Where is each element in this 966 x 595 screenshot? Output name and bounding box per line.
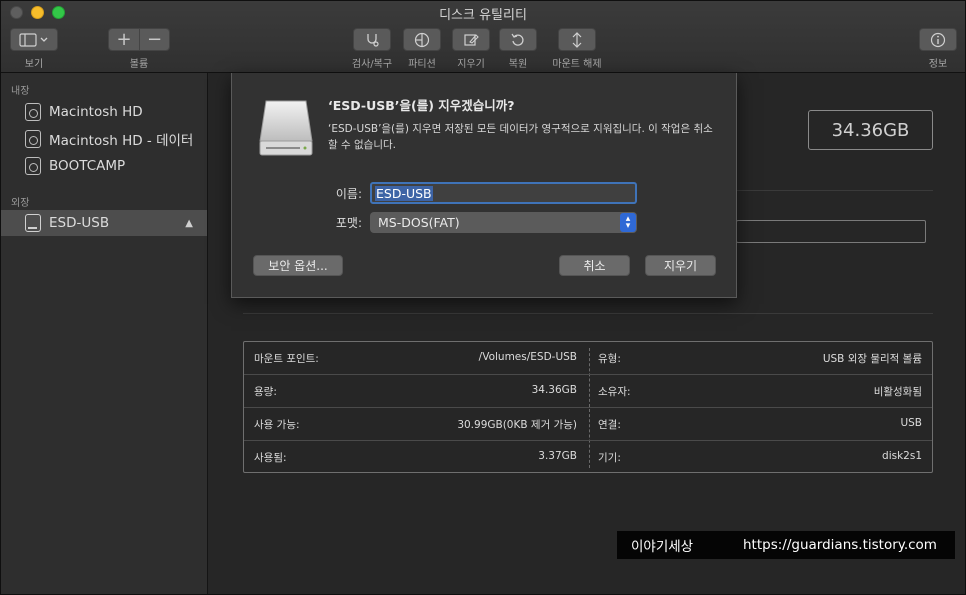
sidebar-item-esd-usb[interactable]: ESD-USB ▲ bbox=[1, 210, 207, 236]
internal-section-header: 내장 bbox=[11, 86, 30, 97]
internal-disk-icon bbox=[25, 130, 41, 148]
disk-utility-window: 디스크 유틸리티 보기 + − 볼륨 검사/복구 파티션 지우기 복원 마운트 … bbox=[0, 0, 966, 595]
table-row: 마운트 포인트: /Volumes/ESD-USB 유형: USB 외장 물리적… bbox=[244, 342, 932, 375]
add-volume-button[interactable]: + bbox=[109, 29, 139, 50]
sidebar-item-bootcamp[interactable]: BOOTCAMP bbox=[1, 153, 207, 179]
volume-label: 볼륨 bbox=[129, 59, 149, 70]
sidebar-item-label: BOOTCAMP bbox=[49, 158, 126, 174]
partition-label: 파티션 bbox=[408, 59, 436, 70]
divider bbox=[243, 313, 933, 314]
table-row: 사용됨: 3.37GB 기기: disk2s1 bbox=[244, 441, 932, 474]
format-select-value: MS-DOS(FAT) bbox=[378, 215, 460, 230]
view-button[interactable] bbox=[10, 28, 58, 51]
restore-icon bbox=[511, 33, 524, 46]
unmount-icon bbox=[572, 31, 582, 48]
available-value: 30.99GB(0KB 제거 가능) bbox=[457, 419, 577, 431]
remove-volume-button[interactable]: − bbox=[139, 29, 169, 50]
watermark-url: https://guardians.tistory.com bbox=[743, 537, 937, 553]
erase-label: 지우기 bbox=[457, 59, 485, 70]
name-field[interactable]: ESD-USB bbox=[370, 182, 637, 204]
cancel-button[interactable]: 취소 bbox=[559, 255, 630, 276]
chevron-updown-icon: ▴ ▾ bbox=[620, 213, 636, 232]
owners-value: 비활성화됨 bbox=[873, 386, 922, 398]
table-row: 사용 가능: 30.99GB(0KB 제거 가능) 연결: USB bbox=[244, 408, 932, 441]
type-value: USB 외장 물리적 볼륨 bbox=[822, 353, 922, 365]
sidebar-item-macintosh-hd-data[interactable]: Macintosh HD - 데이터 bbox=[1, 126, 207, 152]
external-drive-icon bbox=[259, 100, 313, 156]
info-button[interactable] bbox=[919, 28, 957, 51]
watermark: 이야기세상 https://guardians.tistory.com bbox=[617, 531, 955, 559]
window-title: 디스크 유틸리티 bbox=[439, 8, 527, 23]
unmount-button[interactable] bbox=[558, 28, 596, 51]
internal-disk-icon bbox=[25, 103, 41, 121]
internal-disk-icon bbox=[25, 157, 41, 175]
erase-dialog: ‘ESD-USB’을(를) 지우겠습니까? ‘ESD-USB’을(를) 지우면 … bbox=[231, 73, 737, 298]
partition-button[interactable] bbox=[403, 28, 441, 51]
format-select[interactable]: MS-DOS(FAT) ▴ ▾ bbox=[370, 212, 637, 233]
first-aid-label: 검사/복구 bbox=[351, 59, 393, 70]
sidebar-item-label: ESD-USB bbox=[49, 215, 110, 231]
toolbar: 디스크 유틸리티 보기 + − 볼륨 검사/복구 파티션 지우기 복원 마운트 … bbox=[1, 1, 965, 73]
device-value: disk2s1 bbox=[882, 450, 922, 462]
format-field-label: 포맷: bbox=[335, 216, 362, 230]
info-table: 마운트 포인트: /Volumes/ESD-USB 유형: USB 외장 물리적… bbox=[243, 341, 933, 473]
restore-label: 복원 bbox=[508, 59, 528, 70]
info-icon bbox=[930, 32, 946, 47]
connection-value: USB bbox=[900, 417, 922, 429]
partition-icon bbox=[414, 32, 430, 47]
sidebar-item-macintosh-hd[interactable]: Macintosh HD bbox=[1, 99, 207, 125]
name-field-label: 이름: bbox=[335, 187, 362, 201]
eject-icon[interactable]: ▲ bbox=[185, 218, 193, 229]
used-value: 3.37GB bbox=[538, 450, 577, 462]
erase-toolbar-button[interactable] bbox=[452, 28, 490, 51]
table-row: 용량: 34.36GB 소유자: 비활성화됨 bbox=[244, 375, 932, 408]
mount-point-value: /Volumes/ESD-USB bbox=[478, 351, 577, 363]
capacity-value: 34.36GB bbox=[531, 384, 577, 396]
sidebar-item-label: Macintosh HD - 데이터 bbox=[49, 133, 194, 149]
restore-button[interactable] bbox=[499, 28, 537, 51]
volume-segment: + − bbox=[108, 28, 170, 51]
view-label: 보기 bbox=[24, 59, 44, 70]
sidebar-item-label: Macintosh HD bbox=[49, 104, 143, 120]
external-section-header: 외장 bbox=[11, 198, 30, 209]
erase-button[interactable]: 지우기 bbox=[645, 255, 716, 276]
dialog-message: ‘ESD-USB’을(를) 지우면 저장된 모든 데이터가 영구적으로 지워집니… bbox=[328, 123, 713, 151]
name-field-value: ESD-USB bbox=[375, 185, 433, 201]
watermark-name: 이야기세상 bbox=[631, 539, 694, 555]
erase-icon bbox=[464, 33, 479, 46]
security-options-button[interactable]: 보안 옵션... bbox=[253, 255, 343, 276]
first-aid-button[interactable] bbox=[353, 28, 391, 51]
usage-bar bbox=[736, 220, 926, 243]
sidebar: 내장 Macintosh HD Macintosh HD - 데이터 BOOTC… bbox=[1, 73, 208, 594]
info-label: 정보 bbox=[928, 59, 948, 70]
external-disk-icon bbox=[25, 214, 41, 232]
dialog-title: ‘ESD-USB’을(를) 지우겠습니까? bbox=[328, 98, 515, 113]
sidebar-toggle-icon bbox=[19, 32, 48, 47]
capacity-display: 34.36GB bbox=[808, 110, 933, 150]
unmount-label: 마운트 해제 bbox=[552, 59, 602, 70]
stethoscope-icon bbox=[367, 33, 379, 47]
